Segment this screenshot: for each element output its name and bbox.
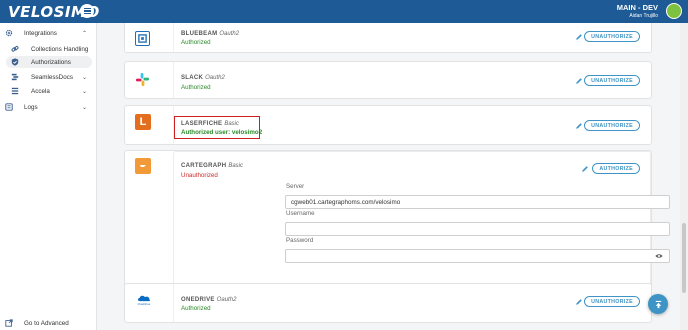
scrollbar-thumb[interactable] — [682, 223, 686, 293]
sidebar-item-label: Integrations — [24, 29, 57, 37]
username-input[interactable] — [285, 222, 670, 236]
shield-check-icon — [11, 58, 19, 66]
connector-name: ONEDRIVE Oauth2 — [181, 297, 237, 303]
sidebar-item-integrations[interactable]: Integrations ⌃ — [0, 27, 97, 39]
authorize-button[interactable]: AUTHORIZE — [592, 163, 640, 174]
edit-pencil-icon[interactable] — [580, 164, 589, 173]
list-icon — [11, 87, 19, 95]
connector-status: Authorized — [181, 39, 211, 46]
chevron-down-icon: ⌄ — [81, 88, 87, 95]
server-label: Server — [286, 183, 305, 190]
connector-status: Authorized — [181, 84, 211, 91]
link-icon — [11, 45, 19, 53]
arrow-up-icon — [655, 300, 661, 308]
sidebar-item-label: Collections Handling — [31, 45, 89, 53]
sidebar: Integrations ⌃ Collections Handling Auth… — [0, 23, 97, 330]
environment-name: MAIN - DEV — [616, 3, 658, 12]
menu-toggle-button[interactable] — [80, 4, 94, 18]
connector-name: CARTEGRAPH Basic — [181, 163, 243, 169]
main-content: BLUEBEAM Oauth2 Authorized UNAUTHORIZE S… — [97, 23, 680, 330]
sidebar-item-label: SeamlessDocs — [31, 73, 73, 81]
go-to-advanced-label: Go to Advanced — [24, 319, 69, 327]
external-link-icon — [5, 319, 13, 327]
sidebar-item-label: Accela — [31, 87, 50, 95]
unauthorize-button[interactable]: UNAUTHORIZE — [584, 75, 640, 86]
sidebar-item-authorizations[interactable]: Authorizations — [6, 56, 92, 68]
sidebar-item-label: Authorizations — [31, 58, 71, 66]
chevron-up-icon: ⌃ — [81, 30, 87, 37]
docs-icon — [11, 73, 19, 81]
user-avatar[interactable] — [666, 3, 682, 19]
edit-pencil-icon[interactable] — [574, 32, 583, 41]
sidebar-item-accela[interactable]: Accela ⌄ — [0, 85, 97, 97]
unauthorize-button[interactable]: UNAUTHORIZE — [584, 31, 640, 42]
cartegraph-logo-icon — [135, 158, 151, 174]
edit-pencil-icon[interactable] — [574, 297, 583, 306]
top-bar: VELOSIMO MAIN - DEV Aidan Trujillo — [0, 0, 688, 23]
connector-card-bluebeam: BLUEBEAM Oauth2 Authorized UNAUTHORIZE — [124, 23, 652, 53]
sidebar-item-logs[interactable]: Logs ⌄ — [0, 101, 97, 113]
connector-card-cartegraph: CARTEGRAPH Basic Unauthorized AUTHORIZE … — [124, 150, 670, 296]
connector-card-onedrive: OneDrive ONEDRIVE Oauth2 Authorized UNAU… — [124, 283, 652, 323]
scrollbar[interactable] — [680, 23, 688, 330]
connector-status: Authorized — [181, 305, 211, 312]
user-name: Aidan Trujillo — [629, 13, 658, 19]
connector-status: Unauthorized — [181, 172, 218, 179]
scroll-to-top-button[interactable] — [648, 294, 668, 314]
logs-icon — [5, 103, 13, 111]
connector-name: SLACK Oauth2 — [181, 75, 225, 81]
password-input[interactable] — [285, 249, 670, 263]
edit-pencil-icon[interactable] — [574, 121, 583, 130]
bluebeam-logo-icon — [135, 31, 150, 46]
sidebar-item-label: Logs — [24, 103, 38, 111]
unauthorize-button[interactable]: UNAUTHORIZE — [584, 120, 640, 131]
slack-logo-icon — [135, 72, 150, 87]
password-label: Password — [286, 237, 314, 244]
gear-icon — [5, 29, 13, 37]
chevron-down-icon: ⌄ — [81, 104, 87, 111]
connector-card-slack: SLACK Oauth2 Authorized UNAUTHORIZE — [124, 61, 652, 99]
username-label: Username — [286, 210, 315, 217]
sidebar-item-collections-handling[interactable]: Collections Handling — [0, 43, 97, 55]
go-to-advanced-link[interactable]: Go to Advanced — [0, 317, 97, 329]
edit-pencil-icon[interactable] — [574, 76, 583, 85]
connector-name: BLUEBEAM Oauth2 — [181, 31, 240, 37]
environment-info[interactable]: MAIN - DEV Aidan Trujillo — [617, 3, 658, 19]
eye-icon[interactable] — [655, 253, 663, 261]
server-input[interactable]: cgweb01.cartegraphoms.com/velosimo — [285, 195, 670, 209]
highlight-box — [174, 116, 260, 139]
unauthorize-button[interactable]: UNAUTHORIZE — [584, 296, 640, 307]
sidebar-item-seamlessdocs[interactable]: SeamlessDocs ⌄ — [0, 71, 97, 83]
laserfiche-logo-icon: L — [135, 114, 151, 130]
onedrive-logo-icon: OneDrive — [135, 292, 153, 308]
chevron-down-icon: ⌄ — [81, 74, 87, 81]
